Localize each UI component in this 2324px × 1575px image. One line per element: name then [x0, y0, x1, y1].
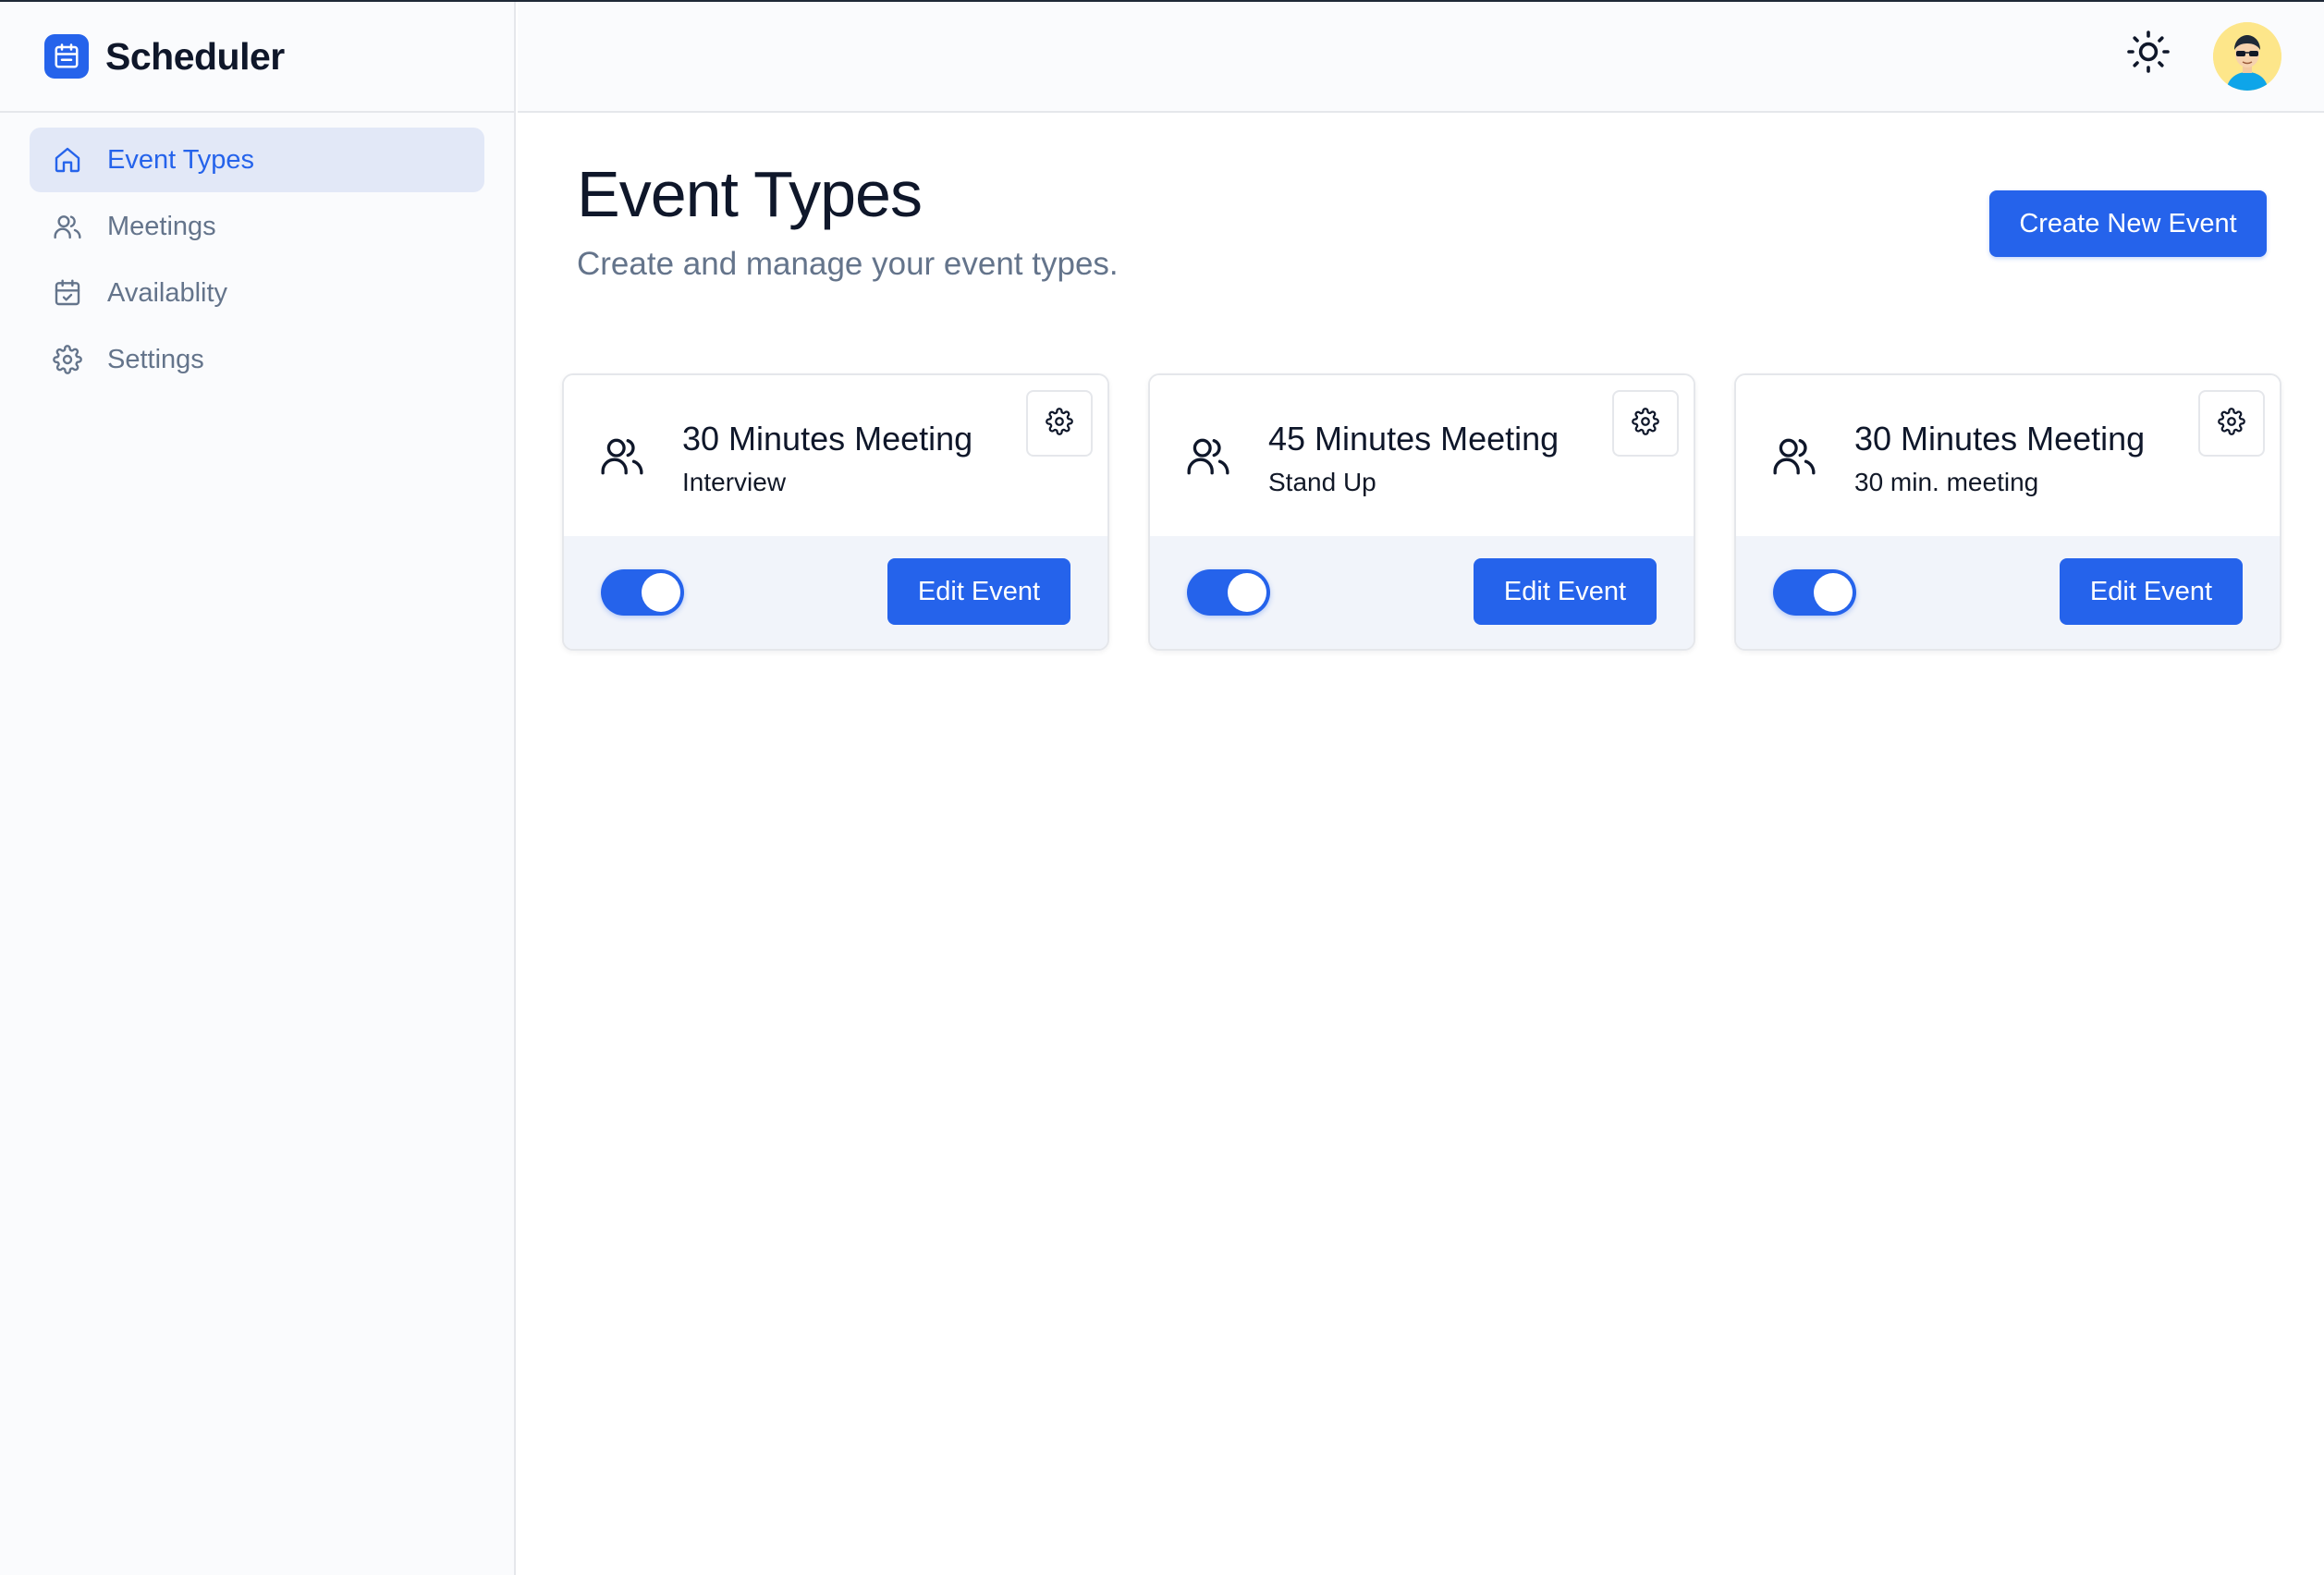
- sidebar-item-label: Availablity: [107, 277, 228, 308]
- event-settings-button[interactable]: [1612, 390, 1679, 457]
- sidebar-nav: Event Types Meetings Availablity Setting…: [0, 113, 514, 407]
- users-icon: [1771, 433, 1817, 479]
- event-settings-button[interactable]: [2198, 390, 2265, 457]
- edit-event-button[interactable]: Edit Event: [887, 558, 1070, 625]
- theme-toggle-button[interactable]: [2124, 30, 2172, 78]
- gear-icon: [1632, 407, 1659, 440]
- gear-icon: [52, 344, 83, 375]
- event-subtitle: 30 min. meeting: [1854, 468, 2039, 496]
- event-settings-button[interactable]: [1026, 390, 1093, 457]
- event-title: 30 Minutes Meeting: [1854, 420, 2146, 458]
- user-avatar[interactable]: [2213, 22, 2281, 91]
- event-enabled-toggle[interactable]: [601, 569, 684, 616]
- calendar-icon: [44, 34, 89, 79]
- sidebar-item-event-types[interactable]: Event Types: [30, 128, 484, 192]
- brand-name: Scheduler: [105, 34, 285, 78]
- main-content: Event Types Create and manage your event…: [518, 115, 2324, 1575]
- event-card: 45 Minutes Meeting Stand Up Edit Event: [1148, 373, 1695, 651]
- home-icon: [52, 144, 83, 176]
- event-title: 45 Minutes Meeting: [1268, 420, 1560, 458]
- sidebar-item-settings[interactable]: Settings: [30, 327, 484, 392]
- event-card: 30 Minutes Meeting Interview Edit Event: [562, 373, 1109, 651]
- sidebar-item-label: Meetings: [107, 211, 216, 241]
- calendar-check-icon: [52, 277, 83, 309]
- users-icon: [52, 211, 83, 242]
- sidebar-item-label: Settings: [107, 344, 204, 374]
- sun-icon: [2126, 30, 2171, 79]
- edit-event-button[interactable]: Edit Event: [2060, 558, 2243, 625]
- page-title: Event Types: [577, 158, 923, 230]
- create-new-event-button[interactable]: Create New Event: [1989, 190, 2267, 257]
- edit-event-button[interactable]: Edit Event: [1474, 558, 1657, 625]
- gear-icon: [1046, 407, 1073, 440]
- brand[interactable]: Scheduler: [0, 2, 514, 113]
- users-icon: [1185, 433, 1231, 479]
- sidebar-item-availability[interactable]: Availablity: [30, 261, 484, 325]
- event-subtitle: Interview: [682, 468, 787, 496]
- sidebar-item-meetings[interactable]: Meetings: [30, 194, 484, 259]
- event-title: 30 Minutes Meeting: [682, 420, 973, 458]
- event-enabled-toggle[interactable]: [1773, 569, 1856, 616]
- app-window: Scheduler Event Types Meetings Availabli…: [0, 0, 2324, 1575]
- page-subtitle: Create and manage your event types.: [577, 246, 1119, 282]
- top-bar: [518, 2, 2324, 113]
- event-card: 30 Minutes Meeting 30 min. meeting Edit: [1734, 373, 2281, 651]
- sidebar-item-label: Event Types: [107, 144, 255, 175]
- sidebar: Scheduler Event Types Meetings Availabli…: [0, 2, 516, 1575]
- gear-icon: [2218, 407, 2245, 440]
- event-enabled-toggle[interactable]: [1187, 569, 1270, 616]
- users-icon: [599, 433, 645, 479]
- event-subtitle: Stand Up: [1268, 468, 1376, 496]
